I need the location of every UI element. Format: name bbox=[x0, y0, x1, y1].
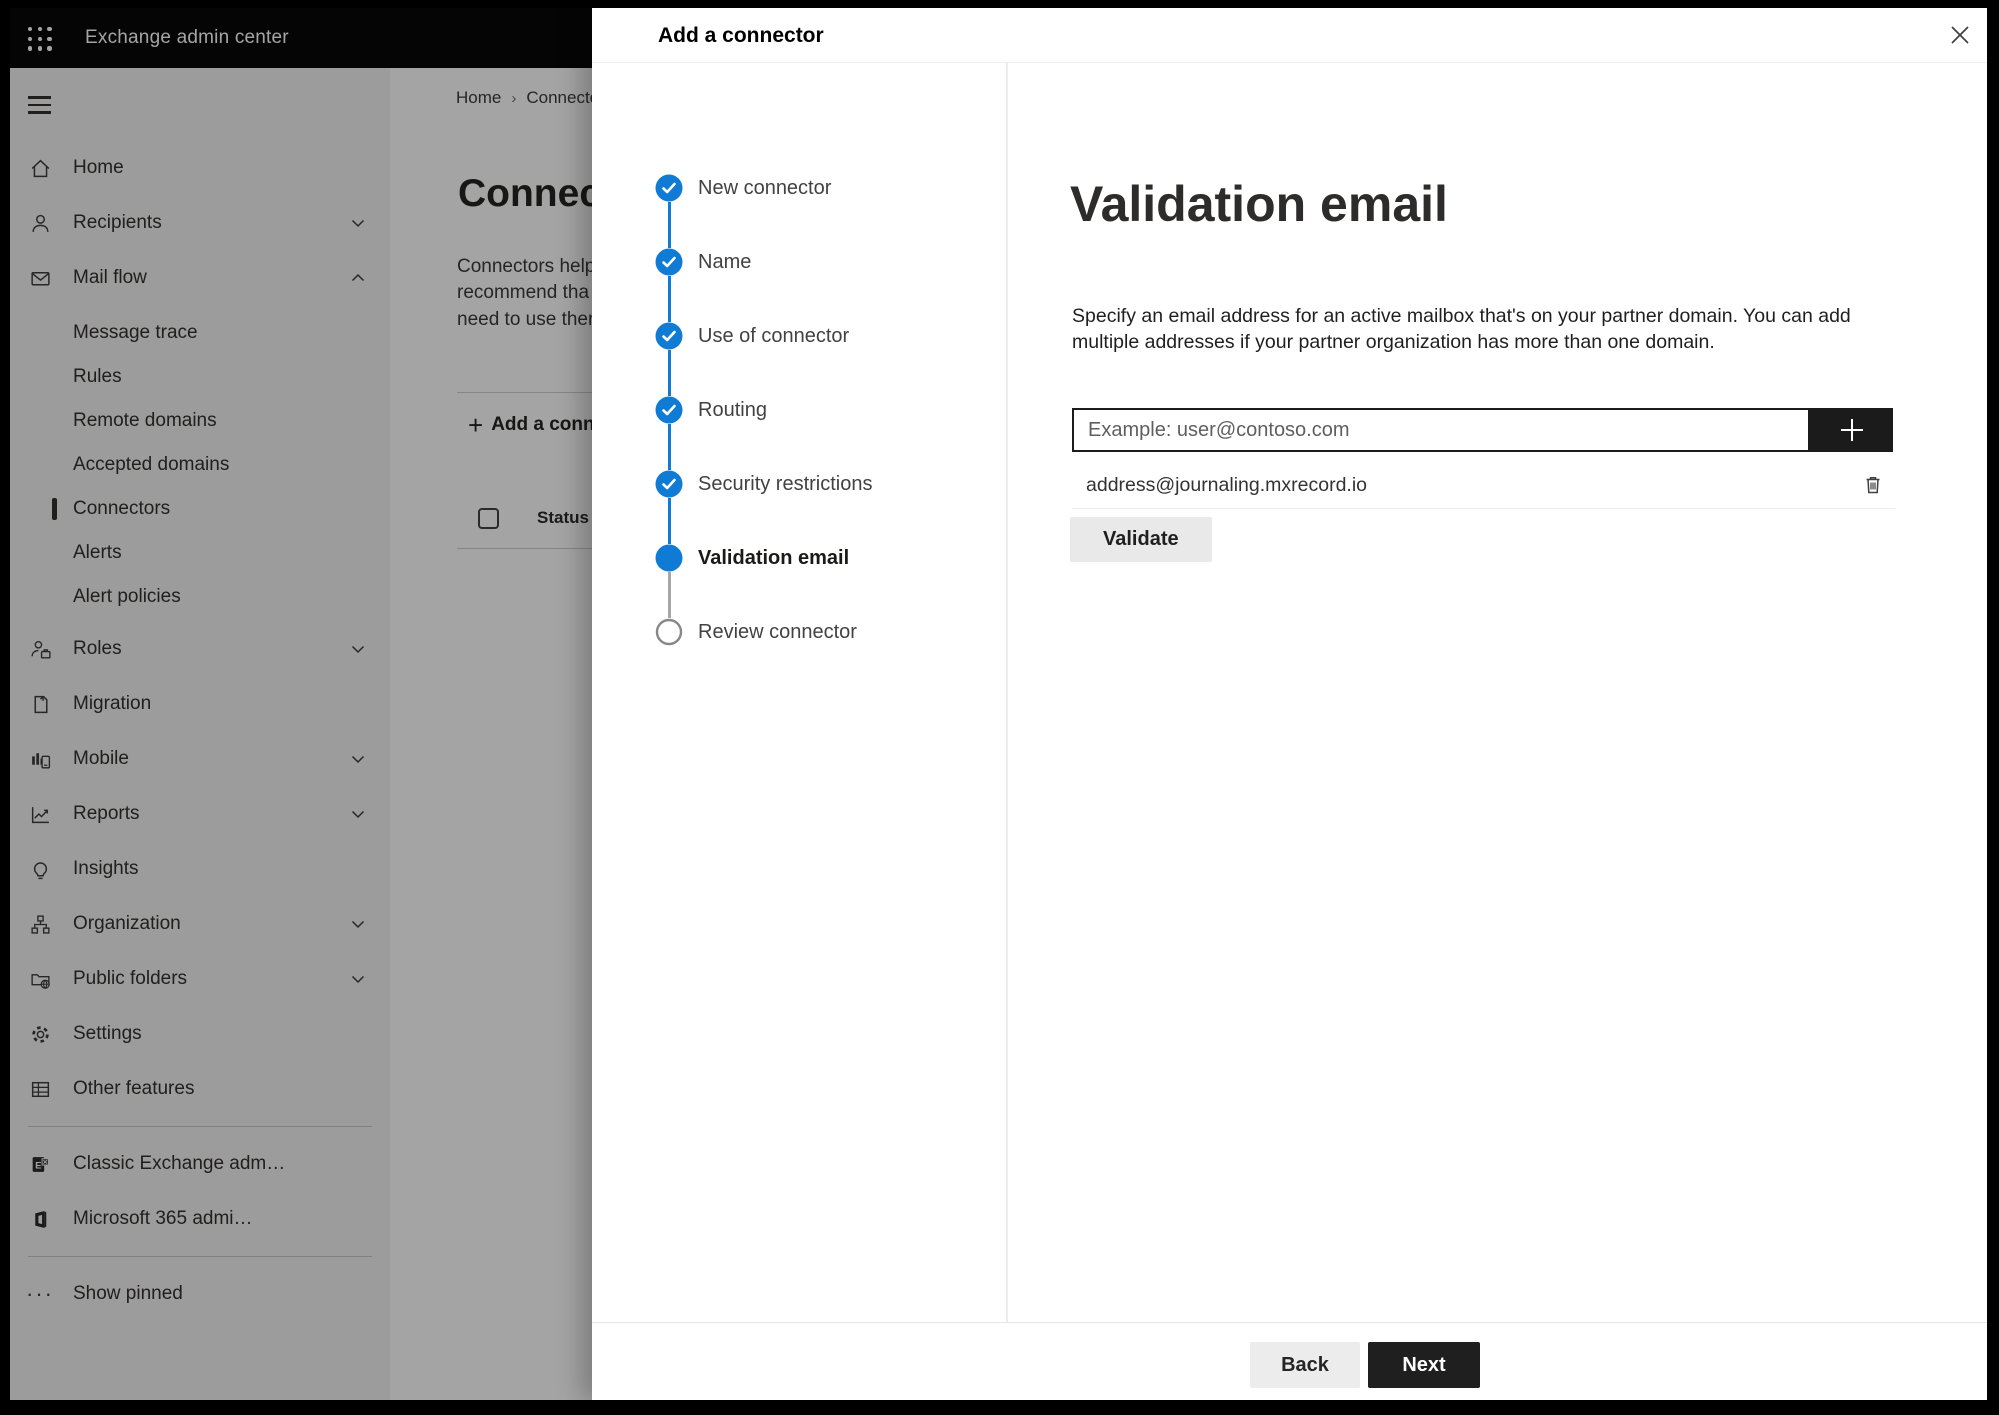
next-button[interactable]: Next bbox=[1368, 1342, 1480, 1388]
back-button[interactable]: Back bbox=[1250, 1342, 1360, 1388]
divider bbox=[1072, 508, 1895, 509]
step-use-of-connector[interactable]: Use of connector bbox=[592, 299, 1006, 373]
close-icon[interactable] bbox=[1944, 19, 1976, 51]
step-completed-check-icon bbox=[655, 396, 683, 424]
step-completed-check-icon bbox=[655, 470, 683, 498]
step-content: Validation email Specify an email addres… bbox=[1008, 63, 1987, 1322]
step-label: Name bbox=[698, 250, 752, 273]
step-label: Review connector bbox=[698, 620, 857, 643]
validate-button[interactable]: Validate bbox=[1070, 517, 1212, 562]
step-label: Security restrictions bbox=[698, 472, 873, 495]
step-label: Routing bbox=[698, 398, 767, 421]
step-title: Validation email bbox=[1070, 176, 1448, 232]
step-description: Specify an email address for an active m… bbox=[1072, 305, 1851, 353]
divider bbox=[592, 1322, 1987, 1323]
step-current-icon bbox=[655, 544, 683, 572]
flyout-header: Add a connector bbox=[592, 8, 1987, 63]
step-label: Use of connector bbox=[698, 324, 850, 347]
address-row: address@journaling.mxrecord.io bbox=[1072, 462, 1895, 508]
address-list: address@journaling.mxrecord.io bbox=[1072, 462, 1895, 509]
email-address-input[interactable] bbox=[1072, 408, 1810, 452]
step-todo-icon bbox=[655, 618, 683, 646]
step-name[interactable]: Name bbox=[592, 225, 1006, 299]
screen: Exchange admin center Home Recipients Mail… bbox=[10, 8, 1987, 1400]
step-review-connector[interactable]: Review connector bbox=[592, 595, 1006, 669]
step-new-connector[interactable]: New connector bbox=[592, 151, 1006, 225]
step-completed-check-icon bbox=[655, 174, 683, 202]
address-value: address@journaling.mxrecord.io bbox=[1086, 473, 1368, 496]
step-label: New connector bbox=[698, 176, 832, 199]
flyout-title: Add a connector bbox=[658, 23, 824, 47]
step-completed-check-icon bbox=[655, 248, 683, 276]
add-connector-flyout: Add a connector New connector Name Use of … bbox=[592, 8, 1987, 1400]
step-validation-email[interactable]: Validation email bbox=[592, 521, 1006, 595]
add-address-button[interactable] bbox=[1810, 408, 1893, 452]
step-completed-check-icon bbox=[655, 322, 683, 350]
step-label: Validation email bbox=[698, 546, 850, 569]
wizard-stepper: New connector Name Use of connector Routing… bbox=[592, 63, 1006, 1322]
delete-address-button[interactable] bbox=[1859, 471, 1887, 499]
step-routing[interactable]: Routing bbox=[592, 373, 1006, 447]
plus-icon bbox=[1840, 419, 1863, 441]
step-security-restrictions[interactable]: Security restrictions bbox=[592, 447, 1006, 521]
trash-icon bbox=[1866, 477, 1880, 494]
